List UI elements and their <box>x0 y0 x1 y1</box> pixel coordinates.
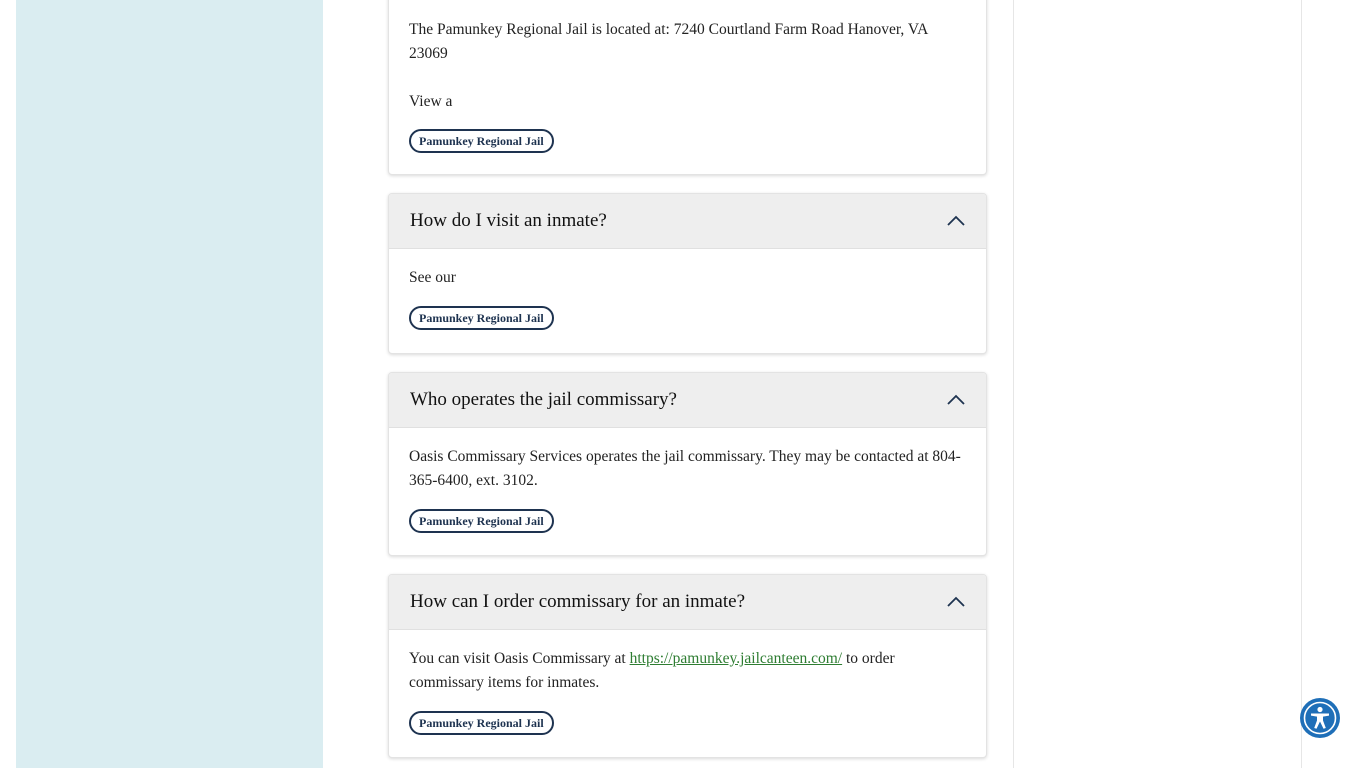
faq-card-order-commissary: How can I order commissary for an inmate… <box>388 574 987 758</box>
faq-card-visit: How do I visit an inmate? See our Pamunk… <box>388 193 987 354</box>
faq-answer-text: Oasis Commissary Services operates the j… <box>409 448 961 489</box>
faq-answer-text-2: View a <box>409 93 453 110</box>
tag-pamunkey-regional-jail[interactable]: Pamunkey Regional Jail <box>409 711 554 735</box>
right-column-edge <box>1301 0 1302 768</box>
accessibility-icon <box>1303 701 1337 735</box>
accessibility-button[interactable] <box>1300 698 1340 738</box>
faq-card-location: The Pamunkey Regional Jail is located at… <box>388 0 987 175</box>
left-sidebar-panel <box>16 0 323 768</box>
right-column-divider <box>1013 0 1014 768</box>
faq-answer-text-before: You can visit Oasis Commissary at <box>409 650 626 667</box>
faq-question-title: How can I order commissary for an inmate… <box>410 591 746 612</box>
faq-question-header[interactable]: How do I visit an inmate? <box>389 194 986 249</box>
faq-question-header[interactable]: Who operates the jail commissary? <box>389 373 986 428</box>
tag-pamunkey-regional-jail[interactable]: Pamunkey Regional Jail <box>409 129 554 153</box>
faq-answer-text: See our <box>409 269 456 286</box>
faq-card-commissary-operator: Who operates the jail commissary? Oasis … <box>388 372 987 556</box>
tag-pamunkey-regional-jail[interactable]: Pamunkey Regional Jail <box>409 509 554 533</box>
faq-answer-text: You can visit Oasis Commissary at https:… <box>409 647 966 695</box>
commissary-website-link[interactable]: https://pamunkey.jailcanteen.com/ <box>630 650 843 667</box>
chevron-up-icon <box>947 596 965 607</box>
faq-question-title: Who operates the jail commissary? <box>410 389 677 410</box>
faq-answer-text: The Pamunkey Regional Jail is located at… <box>409 21 928 62</box>
faq-question-title: How do I visit an inmate? <box>410 210 607 231</box>
tag-pamunkey-regional-jail[interactable]: Pamunkey Regional Jail <box>409 306 554 330</box>
faq-question-header[interactable]: How can I order commissary for an inmate… <box>389 575 986 630</box>
chevron-up-icon <box>947 215 965 226</box>
chevron-up-icon <box>947 394 965 405</box>
